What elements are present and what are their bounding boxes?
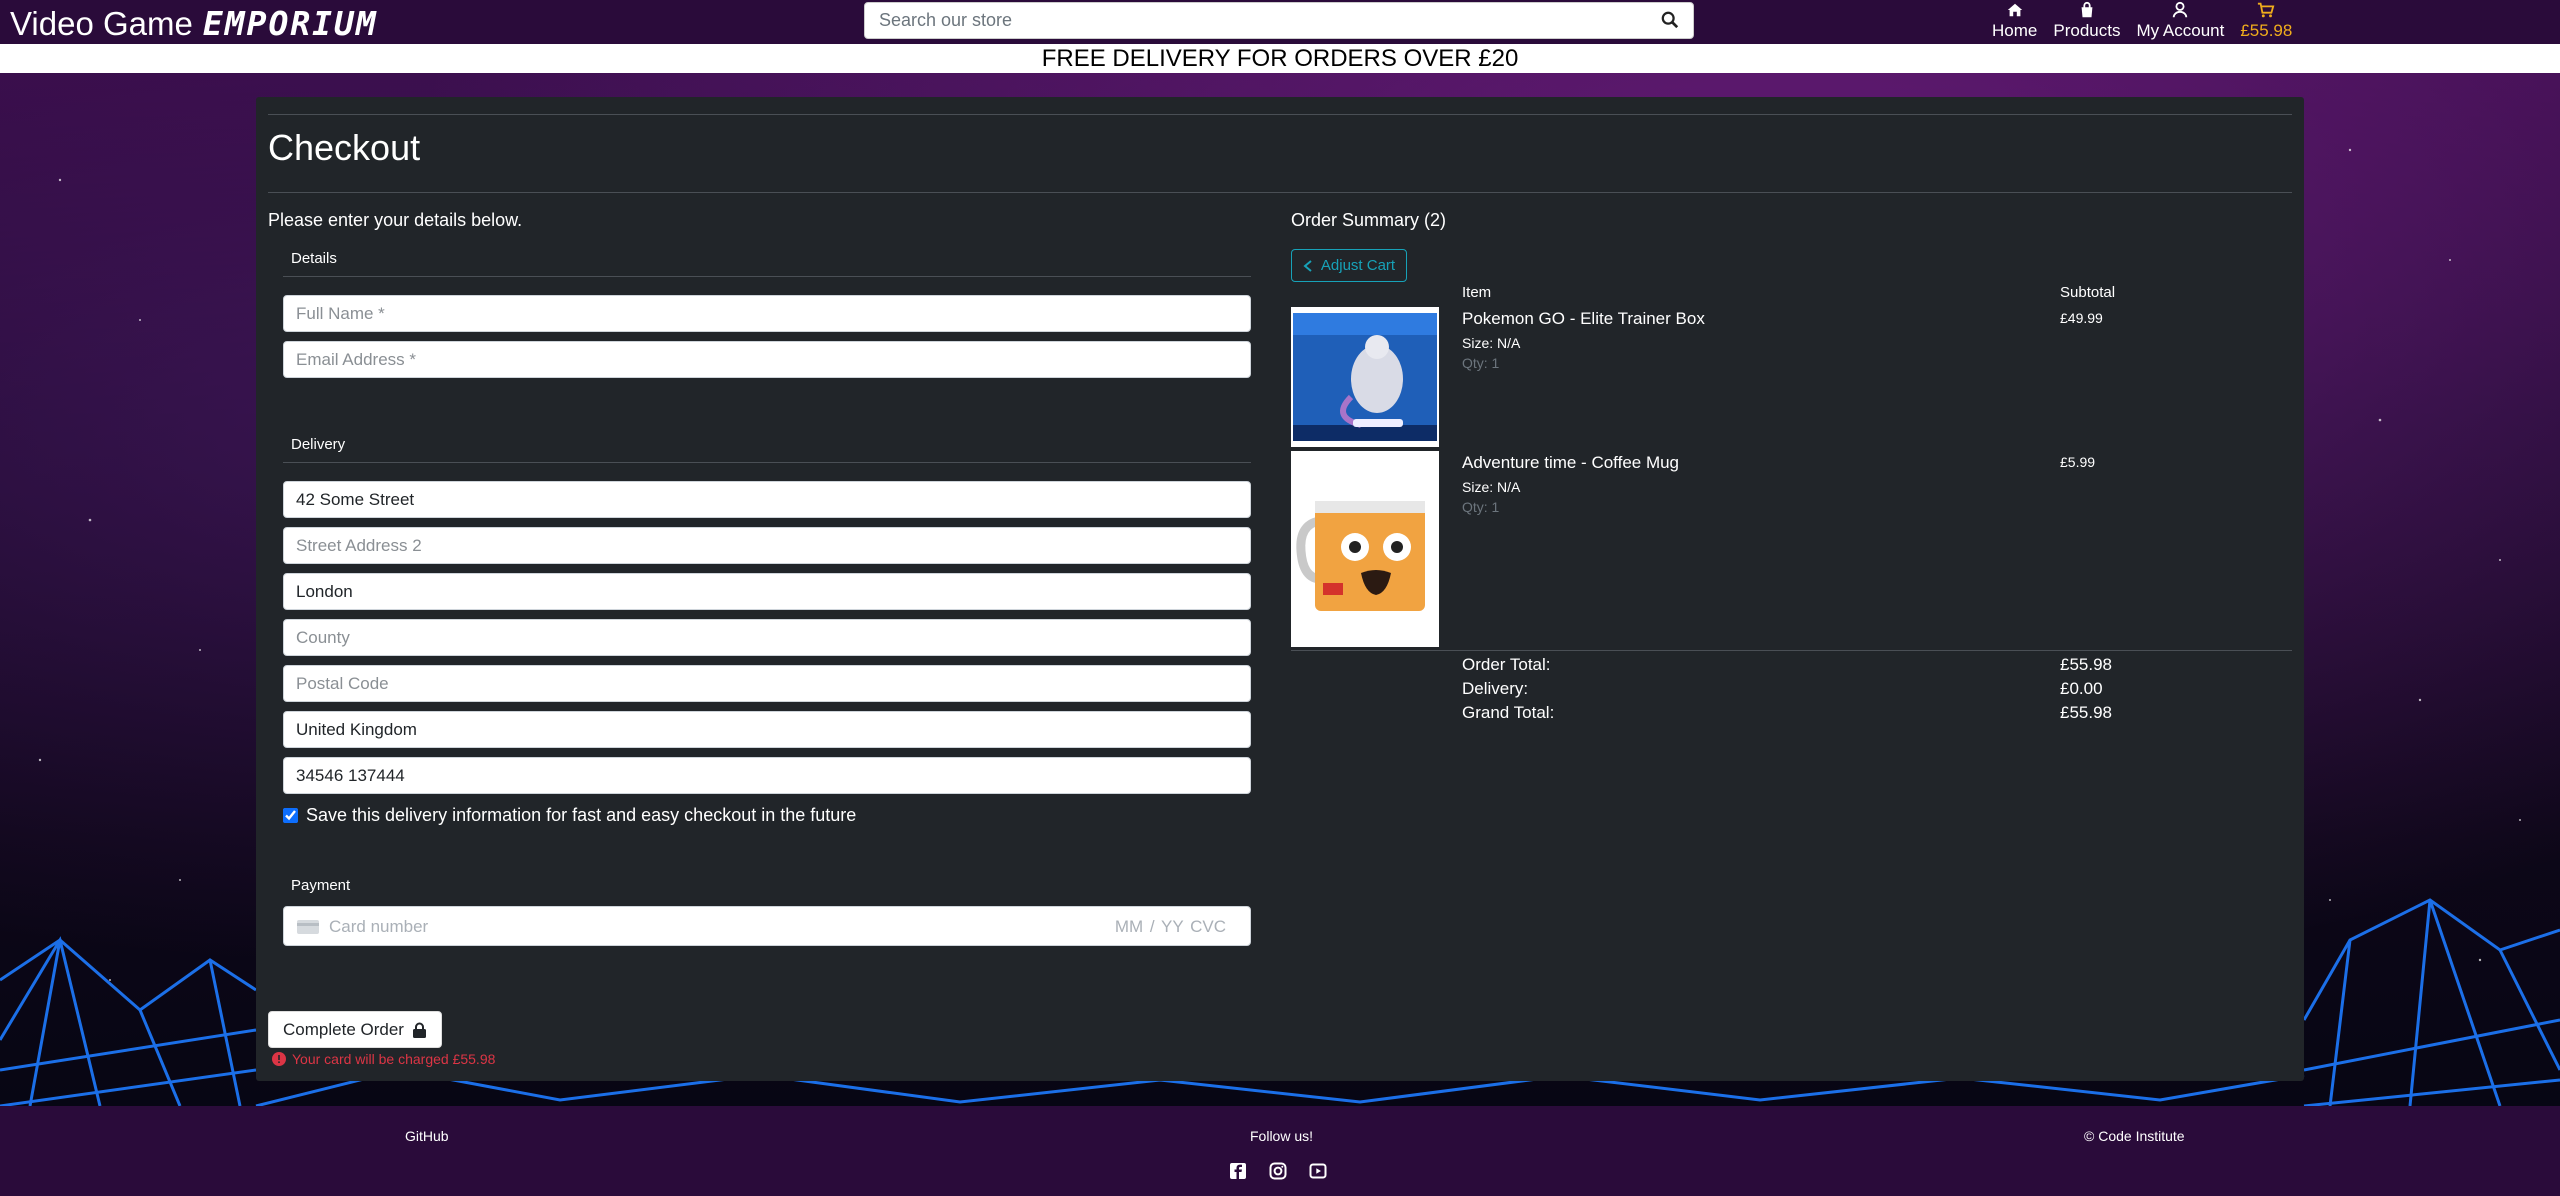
- item-1-size: Size: N/A: [1462, 335, 1521, 351]
- nav-my-account[interactable]: My Account: [2134, 0, 2226, 44]
- charge-notice: Your card will be charged £55.98: [272, 1051, 495, 1067]
- town-field[interactable]: [283, 573, 1251, 610]
- column-header-item: Item: [1462, 284, 1492, 301]
- order-total-label: Order Total:: [1462, 655, 1551, 674]
- search-bar: [864, 2, 1694, 39]
- save-info-label: Save this delivery information for fast …: [306, 805, 857, 825]
- phone-field[interactable]: [283, 757, 1251, 794]
- nav-home[interactable]: Home: [1990, 0, 2039, 44]
- delivery-banner: FREE DELIVERY FOR ORDERS OVER £20: [0, 44, 2560, 73]
- item-1-subtotal: £49.99: [2060, 310, 2103, 326]
- cart-total: £55.98: [2240, 21, 2293, 40]
- nav-products-label: Products: [2053, 21, 2121, 40]
- delivery-legend: Delivery: [291, 436, 346, 453]
- product-image-elite-trainer-box[interactable]: [1291, 307, 1439, 447]
- instagram-icon[interactable]: [1269, 1162, 1287, 1180]
- delivery-label: Delivery:: [1462, 679, 1529, 698]
- details-legend: Details: [291, 250, 337, 267]
- follow-us-label: Follow us!: [1250, 1128, 1314, 1144]
- column-header-subtotal: Subtotal: [2060, 284, 2116, 301]
- order-summary-title: Order Summary (2): [1291, 210, 1447, 230]
- search-icon[interactable]: [1661, 11, 1683, 33]
- checkout-panel: Checkout Please enter your details below…: [256, 97, 2304, 1081]
- item-2-name: Adventure time - Coffee Mug: [1462, 453, 1680, 472]
- totals-divider: [1291, 650, 2292, 651]
- search-input[interactable]: [865, 3, 1693, 38]
- delivery-value: £0.00: [2060, 679, 2103, 698]
- checkout-intro: Please enter your details below.: [268, 210, 523, 230]
- card-number-placeholder: Card number: [329, 917, 429, 936]
- home-icon: [2007, 3, 2022, 17]
- user-icon: [2173, 1, 2188, 18]
- card-element[interactable]: Card number MM / YY CVC: [283, 906, 1251, 946]
- main-nav: Home Products My Account £55.98: [1990, 0, 2294, 44]
- github-link[interactable]: GitHub: [405, 1128, 449, 1144]
- country-field[interactable]: [283, 711, 1251, 748]
- lock-icon: [412, 1022, 426, 1038]
- facebook-icon[interactable]: [1229, 1162, 1247, 1180]
- credit-card-icon: [297, 920, 319, 934]
- street-address-2-field[interactable]: [283, 527, 1251, 564]
- alert-icon: [272, 1052, 286, 1066]
- order-total-value: £55.98: [2060, 655, 2112, 674]
- item-1-name: Pokemon GO - Elite Trainer Box: [1462, 309, 1705, 328]
- payment-legend: Payment: [291, 877, 351, 894]
- nav-cart[interactable]: £55.98: [2238, 0, 2294, 44]
- brand-emphasis: EMPORIUM: [202, 4, 378, 43]
- adjust-cart-label: Adjust Cart: [1320, 257, 1396, 274]
- complete-order-button[interactable]: Complete Order: [268, 1011, 442, 1048]
- title-divider: [268, 192, 2292, 193]
- copyright: © Code Institute: [2084, 1128, 2185, 1144]
- nav-products[interactable]: Products: [2051, 0, 2122, 44]
- item-1-qty: Qty: 1: [1462, 355, 1500, 371]
- chevron-left-icon: [1303, 259, 1312, 272]
- nav-home-label: Home: [1992, 21, 2038, 40]
- postal-code-field[interactable]: [283, 665, 1251, 702]
- social-links: [1229, 1162, 1327, 1180]
- save-info-checkbox[interactable]: [283, 808, 298, 823]
- brand-logo[interactable]: Video Game EMPORIUM: [10, 4, 378, 43]
- save-info-row: Save this delivery information for fast …: [283, 805, 856, 826]
- full-name-field[interactable]: [283, 295, 1251, 332]
- item-2-size: Size: N/A: [1462, 479, 1521, 495]
- nav-my-account-label: My Account: [2136, 21, 2225, 40]
- cart-icon: [2258, 2, 2275, 18]
- email-field[interactable]: [283, 341, 1251, 378]
- page-title: Checkout: [268, 127, 421, 168]
- item-2-qty: Qty: 1: [1462, 499, 1500, 515]
- bag-icon: [2081, 1, 2093, 18]
- complete-order-label: Complete Order: [283, 1019, 404, 1039]
- top-navbar: Video GameEMPORIUM Home Products My Acco…: [0, 0, 2560, 44]
- site-footer: GitHub Follow us! © Code Institute: [0, 1106, 2560, 1196]
- youtube-icon[interactable]: [1309, 1162, 1327, 1180]
- card-expiry-cvc-placeholder: MM / YY CVC: [1114, 917, 1226, 936]
- street-address-1-field[interactable]: [283, 481, 1251, 518]
- item-2-subtotal: £5.99: [2060, 454, 2096, 470]
- delivery-divider: [283, 462, 1251, 463]
- details-divider: [283, 276, 1251, 277]
- county-field[interactable]: [283, 619, 1251, 656]
- grand-total-value: £55.98: [2060, 703, 2112, 722]
- adjust-cart-button[interactable]: Adjust Cart: [1291, 249, 1407, 282]
- top-divider: [268, 114, 2292, 115]
- brand-name: Video Game: [10, 5, 193, 42]
- charge-notice-text: Your card will be charged £55.98: [292, 1051, 496, 1067]
- product-image-coffee-mug[interactable]: [1291, 451, 1439, 647]
- grand-total-label: Grand Total:: [1462, 703, 1555, 722]
